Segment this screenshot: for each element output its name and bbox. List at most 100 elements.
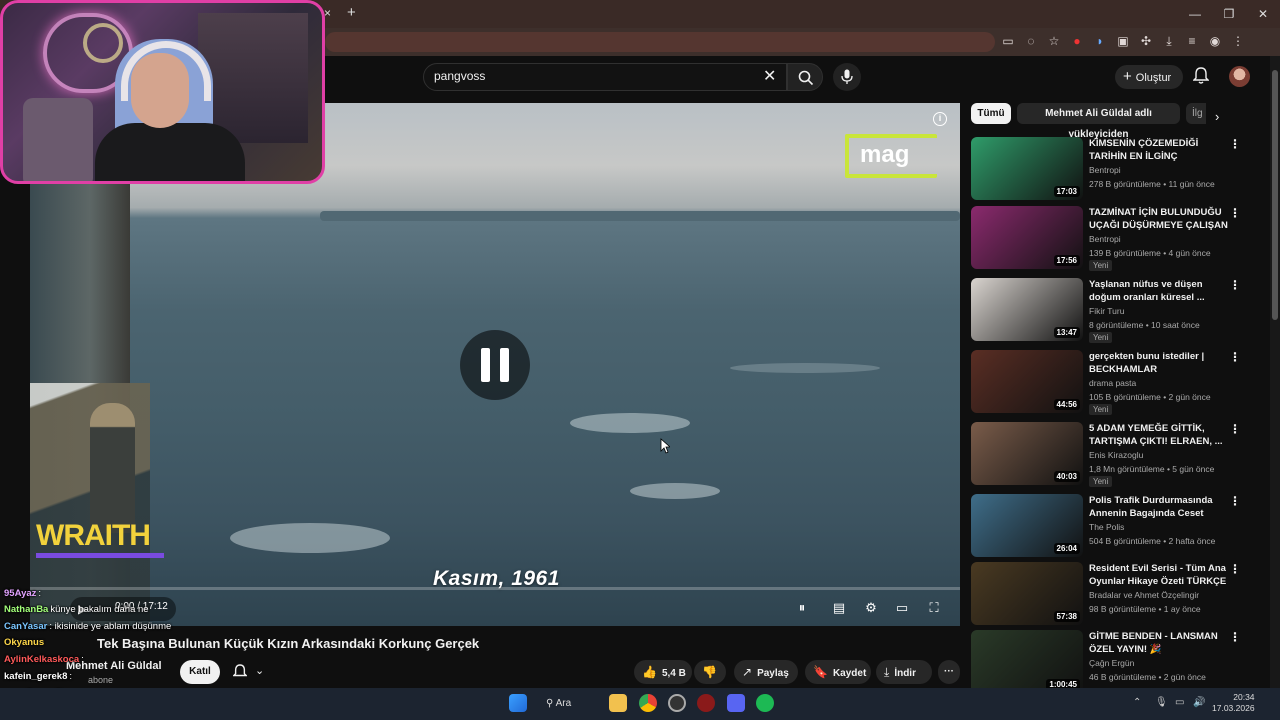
info-icon[interactable]: i xyxy=(933,112,947,126)
video-thumbnail[interactable]: 13:47 xyxy=(971,278,1083,341)
close-window-button[interactable]: ✕ xyxy=(1246,0,1280,28)
progress-bar[interactable] xyxy=(30,587,960,590)
eye-off-icon[interactable]: ◌ xyxy=(1023,33,1039,49)
voice-search-button[interactable] xyxy=(833,63,861,91)
recommendation-item[interactable]: 17:03 KİMSENİN ÇÖZEMEDİĞİ TARİHİN EN İLGİ… xyxy=(971,137,1261,203)
share-button[interactable]: ↗ Paylaş xyxy=(734,660,798,684)
new-tab-button[interactable]: + xyxy=(347,4,356,21)
app-red-icon[interactable] xyxy=(697,694,715,712)
volume-icon[interactable]: 🔊 xyxy=(1193,697,1205,708)
windows-start-icon[interactable] xyxy=(509,694,527,712)
mic-tray-icon[interactable]: 🎙 xyxy=(1155,697,1168,708)
recommendation-title[interactable]: gerçekten bunu istediler | BECKHAMLAR xyxy=(1089,350,1229,376)
subscribe-bell-button[interactable]: ⌄ xyxy=(229,661,271,683)
video-thumbnail[interactable]: 26:04 xyxy=(971,494,1083,557)
chip-uploader[interactable]: Mehmet Ali Güldal adlı yükleyiciden xyxy=(1017,103,1180,140)
recommendation-title[interactable]: TAZMİNAT İÇİN BULUNDUĞU UÇAĞI DÜŞÜRMEYE … xyxy=(1089,206,1229,232)
spotify-icon[interactable] xyxy=(756,694,774,712)
download-button[interactable]: ⤓ İndir xyxy=(876,660,932,684)
more-options-icon[interactable]: ⋮ xyxy=(1229,422,1241,436)
recommendation-title[interactable]: Yaşlanan nüfus ve düşen doğum oranları k… xyxy=(1089,278,1229,304)
subtitles-icon[interactable]: ▤ xyxy=(830,599,848,617)
extension-red-icon[interactable]: ● xyxy=(1069,33,1085,49)
video-thumbnail[interactable]: 57:38 xyxy=(971,562,1083,625)
more-options-icon[interactable]: ⋮ xyxy=(1229,137,1241,151)
recommendation-title[interactable]: GİTME BENDEN - LANSMAN ÖZEL YAYIN! 🎉 xyxy=(1089,630,1229,656)
video-thumbnail[interactable]: 44:56 xyxy=(971,350,1083,413)
more-options-icon[interactable]: ⋮ xyxy=(1229,562,1241,576)
recommendation-title[interactable]: 5 ADAM YEMEĞE GİTTİK, TARTIŞMA ÇIKTI! EL… xyxy=(1089,422,1229,448)
recommendation-channel[interactable]: Çağn Ergün xyxy=(1089,658,1134,668)
browser-profile-icon[interactable]: ◉ xyxy=(1207,33,1223,49)
theater-mode-icon[interactable]: ▭ xyxy=(893,599,911,617)
wave xyxy=(230,523,390,553)
recommendation-channel[interactable]: Bradalar ve Ahmet Özçelingir xyxy=(1089,590,1199,600)
create-button[interactable]: + Oluştur xyxy=(1115,65,1183,89)
gear-icon[interactable]: ⚙ xyxy=(862,599,880,617)
more-options-icon[interactable]: ⋮ xyxy=(1229,206,1241,220)
video-thumbnail[interactable]: 1:00:45 xyxy=(971,630,1083,688)
minimize-button[interactable]: — xyxy=(1178,0,1212,28)
more-options-icon[interactable]: ⋮ xyxy=(1229,630,1241,644)
recommendation-channel[interactable]: Bentropi xyxy=(1089,234,1121,244)
chip-all[interactable]: Tümü xyxy=(971,103,1011,124)
recommendation-item[interactable]: 57:38 Resident Evil Serisi - Tüm Ana Oyun… xyxy=(971,562,1261,628)
chrome-icon[interactable] xyxy=(639,694,657,712)
extension-audio-icon[interactable]: ◗ xyxy=(1092,33,1108,49)
recommendation-channel[interactable]: Fikir Turu xyxy=(1089,306,1124,316)
recommendation-channel[interactable]: Bentropi xyxy=(1089,165,1121,175)
file-explorer-icon[interactable] xyxy=(609,694,627,712)
recommendation-item[interactable]: 17:56 TAZMİNAT İÇİN BULUNDUĞU UÇAĞI DÜŞÜR… xyxy=(971,206,1261,272)
close-tab-icon[interactable]: × xyxy=(324,6,336,20)
discord-icon[interactable] xyxy=(727,694,745,712)
pause-icon[interactable] xyxy=(460,330,530,400)
taskbar-search[interactable]: ⚲ Ara xyxy=(546,694,594,714)
reading-list-icon[interactable]: ≡ xyxy=(1184,33,1200,49)
tray-chevron-icon[interactable]: ⌃ xyxy=(1133,697,1141,708)
video-thumbnail[interactable]: 17:56 xyxy=(971,206,1083,269)
search-button[interactable] xyxy=(787,63,823,91)
video-thumbnail[interactable]: 40:03 xyxy=(971,422,1083,485)
new-badge: Yeni xyxy=(1089,260,1113,271)
dislike-button[interactable]: 👎 xyxy=(694,660,726,684)
recommendation-item[interactable]: 40:03 5 ADAM YEMEĞE GİTTİK, TARTIŞMA ÇIKT… xyxy=(971,422,1261,488)
extension-box-icon[interactable]: ▣ xyxy=(1115,33,1131,49)
recommendation-title[interactable]: Resident Evil Serisi - Tüm Ana Oyunlar H… xyxy=(1089,562,1229,588)
more-actions-button[interactable]: ··· xyxy=(938,660,960,684)
puzzle-icon[interactable]: ✣ xyxy=(1138,33,1154,49)
network-icon[interactable]: ▭ xyxy=(1175,697,1184,708)
chevron-right-icon[interactable]: › xyxy=(1215,109,1219,124)
join-button[interactable]: Katıl xyxy=(180,660,220,684)
recommendation-channel[interactable]: The Polis xyxy=(1089,522,1124,532)
taskbar-clock[interactable]: 20:34 17.03.2026 xyxy=(1212,692,1255,714)
fullscreen-icon[interactable]: ⛶ xyxy=(925,599,943,617)
obs-icon[interactable] xyxy=(668,694,686,712)
scrollbar-thumb[interactable] xyxy=(1272,70,1278,320)
recommendation-channel[interactable]: drama pasta xyxy=(1089,378,1136,388)
recommendation-channel[interactable]: Enis Kirazoglu xyxy=(1089,450,1143,460)
profile-avatar[interactable] xyxy=(1229,66,1250,87)
video-thumbnail[interactable]: 17:03 xyxy=(971,137,1083,200)
clear-search-icon[interactable]: ✕ xyxy=(763,66,776,86)
more-options-icon[interactable]: ⋮ xyxy=(1229,278,1241,292)
chip-related[interactable]: İlg xyxy=(1186,103,1206,124)
save-button[interactable]: 🔖 Kaydet xyxy=(805,660,871,684)
recommendation-title[interactable]: KİMSENİN ÇÖZEMEDİĞİ TARİHİN EN İLGİNÇ KA… xyxy=(1089,137,1229,163)
maximize-button[interactable]: ❐ xyxy=(1212,0,1246,28)
download-icon[interactable]: ⤓ xyxy=(1161,33,1177,49)
star-icon[interactable]: ☆ xyxy=(1046,33,1062,49)
recommendation-item[interactable]: 1:00:45 GİTME BENDEN - LANSMAN ÖZEL YAYIN… xyxy=(971,630,1261,688)
recommendation-title[interactable]: Polis Trafik Durdurmasında Annenin Bagaj… xyxy=(1089,494,1229,520)
chat-text: : xyxy=(69,671,73,682)
recommendation-item[interactable]: 26:04 Polis Trafik Durdurmasında Annenin … xyxy=(971,494,1261,560)
menu-dots-icon[interactable]: ⋮ xyxy=(1230,33,1246,49)
recommendation-item[interactable]: 44:56 gerçekten bunu istediler | BECKHAML… xyxy=(971,350,1261,416)
more-options-icon[interactable]: ⋮ xyxy=(1229,350,1241,364)
like-button[interactable]: 👍 5,4 B xyxy=(634,660,692,684)
more-options-icon[interactable]: ⋮ xyxy=(1229,494,1241,508)
recommendation-item[interactable]: 13:47 Yaşlanan nüfus ve düşen doğum oranl… xyxy=(971,278,1261,344)
bell-icon[interactable] xyxy=(1193,67,1209,85)
address-bar[interactable] xyxy=(325,32,995,52)
autoplay-toggle-icon[interactable]: ⏸ xyxy=(793,599,811,617)
cast-icon[interactable]: ▭ xyxy=(1000,33,1016,49)
